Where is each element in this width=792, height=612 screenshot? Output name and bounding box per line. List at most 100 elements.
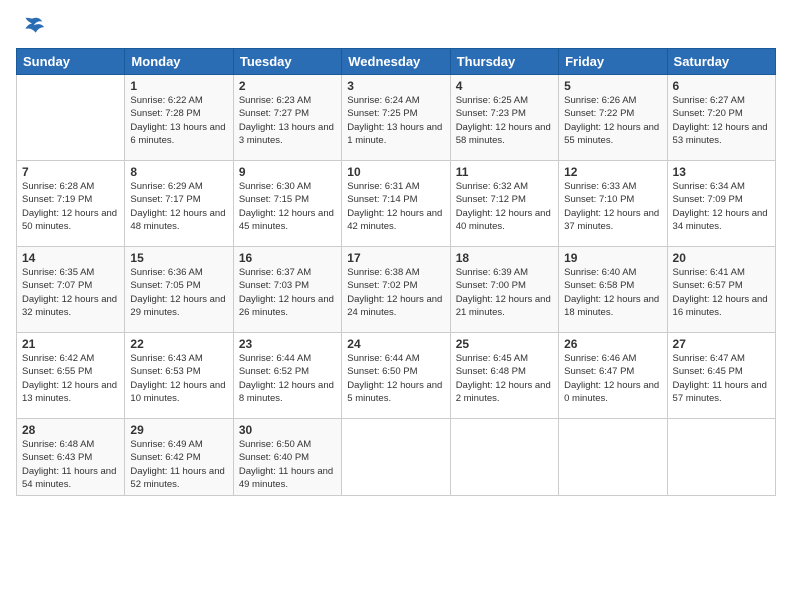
day-info: Sunrise: 6:44 AMSunset: 6:52 PMDaylight:… <box>239 352 336 405</box>
weekday-header-sunday: Sunday <box>17 49 125 75</box>
logo-bird-icon <box>18 14 46 42</box>
day-info: Sunrise: 6:23 AMSunset: 7:27 PMDaylight:… <box>239 94 336 147</box>
day-info: Sunrise: 6:27 AMSunset: 7:20 PMDaylight:… <box>673 94 770 147</box>
day-number: 18 <box>456 251 553 265</box>
day-cell: 20Sunrise: 6:41 AMSunset: 6:57 PMDayligh… <box>667 247 775 333</box>
day-cell: 28Sunrise: 6:48 AMSunset: 6:43 PMDayligh… <box>17 419 125 496</box>
day-cell: 2Sunrise: 6:23 AMSunset: 7:27 PMDaylight… <box>233 75 341 161</box>
day-cell: 11Sunrise: 6:32 AMSunset: 7:12 PMDayligh… <box>450 161 558 247</box>
day-info: Sunrise: 6:50 AMSunset: 6:40 PMDaylight:… <box>239 438 336 491</box>
day-cell: 27Sunrise: 6:47 AMSunset: 6:45 PMDayligh… <box>667 333 775 419</box>
week-row-5: 28Sunrise: 6:48 AMSunset: 6:43 PMDayligh… <box>17 419 776 496</box>
day-info: Sunrise: 6:48 AMSunset: 6:43 PMDaylight:… <box>22 438 119 491</box>
day-info: Sunrise: 6:45 AMSunset: 6:48 PMDaylight:… <box>456 352 553 405</box>
day-info: Sunrise: 6:33 AMSunset: 7:10 PMDaylight:… <box>564 180 661 233</box>
day-cell: 6Sunrise: 6:27 AMSunset: 7:20 PMDaylight… <box>667 75 775 161</box>
day-info: Sunrise: 6:30 AMSunset: 7:15 PMDaylight:… <box>239 180 336 233</box>
day-cell: 4Sunrise: 6:25 AMSunset: 7:23 PMDaylight… <box>450 75 558 161</box>
day-number: 3 <box>347 79 444 93</box>
day-info: Sunrise: 6:37 AMSunset: 7:03 PMDaylight:… <box>239 266 336 319</box>
day-cell <box>342 419 450 496</box>
day-info: Sunrise: 6:31 AMSunset: 7:14 PMDaylight:… <box>347 180 444 233</box>
header <box>16 10 776 42</box>
day-info: Sunrise: 6:36 AMSunset: 7:05 PMDaylight:… <box>130 266 227 319</box>
day-cell: 13Sunrise: 6:34 AMSunset: 7:09 PMDayligh… <box>667 161 775 247</box>
day-info: Sunrise: 6:41 AMSunset: 6:57 PMDaylight:… <box>673 266 770 319</box>
day-cell: 16Sunrise: 6:37 AMSunset: 7:03 PMDayligh… <box>233 247 341 333</box>
day-cell: 25Sunrise: 6:45 AMSunset: 6:48 PMDayligh… <box>450 333 558 419</box>
weekday-header-monday: Monday <box>125 49 233 75</box>
day-number: 14 <box>22 251 119 265</box>
day-info: Sunrise: 6:24 AMSunset: 7:25 PMDaylight:… <box>347 94 444 147</box>
day-info: Sunrise: 6:49 AMSunset: 6:42 PMDaylight:… <box>130 438 227 491</box>
day-cell <box>667 419 775 496</box>
day-number: 1 <box>130 79 227 93</box>
day-cell <box>559 419 667 496</box>
day-cell: 5Sunrise: 6:26 AMSunset: 7:22 PMDaylight… <box>559 75 667 161</box>
day-cell: 22Sunrise: 6:43 AMSunset: 6:53 PMDayligh… <box>125 333 233 419</box>
week-row-1: 1Sunrise: 6:22 AMSunset: 7:28 PMDaylight… <box>17 75 776 161</box>
day-number: 27 <box>673 337 770 351</box>
day-cell: 17Sunrise: 6:38 AMSunset: 7:02 PMDayligh… <box>342 247 450 333</box>
day-cell: 9Sunrise: 6:30 AMSunset: 7:15 PMDaylight… <box>233 161 341 247</box>
day-number: 9 <box>239 165 336 179</box>
day-number: 30 <box>239 423 336 437</box>
day-cell <box>17 75 125 161</box>
day-number: 4 <box>456 79 553 93</box>
day-number: 16 <box>239 251 336 265</box>
week-row-4: 21Sunrise: 6:42 AMSunset: 6:55 PMDayligh… <box>17 333 776 419</box>
day-cell: 19Sunrise: 6:40 AMSunset: 6:58 PMDayligh… <box>559 247 667 333</box>
day-number: 2 <box>239 79 336 93</box>
day-info: Sunrise: 6:28 AMSunset: 7:19 PMDaylight:… <box>22 180 119 233</box>
day-info: Sunrise: 6:29 AMSunset: 7:17 PMDaylight:… <box>130 180 227 233</box>
day-info: Sunrise: 6:43 AMSunset: 6:53 PMDaylight:… <box>130 352 227 405</box>
day-cell: 3Sunrise: 6:24 AMSunset: 7:25 PMDaylight… <box>342 75 450 161</box>
day-number: 29 <box>130 423 227 437</box>
day-info: Sunrise: 6:32 AMSunset: 7:12 PMDaylight:… <box>456 180 553 233</box>
calendar: SundayMondayTuesdayWednesdayThursdayFrid… <box>16 48 776 496</box>
day-number: 21 <box>22 337 119 351</box>
day-number: 13 <box>673 165 770 179</box>
day-info: Sunrise: 6:47 AMSunset: 6:45 PMDaylight:… <box>673 352 770 405</box>
day-cell: 23Sunrise: 6:44 AMSunset: 6:52 PMDayligh… <box>233 333 341 419</box>
day-number: 25 <box>456 337 553 351</box>
weekday-header-wednesday: Wednesday <box>342 49 450 75</box>
day-cell <box>450 419 558 496</box>
day-cell: 1Sunrise: 6:22 AMSunset: 7:28 PMDaylight… <box>125 75 233 161</box>
day-number: 24 <box>347 337 444 351</box>
day-cell: 14Sunrise: 6:35 AMSunset: 7:07 PMDayligh… <box>17 247 125 333</box>
day-cell: 15Sunrise: 6:36 AMSunset: 7:05 PMDayligh… <box>125 247 233 333</box>
day-number: 15 <box>130 251 227 265</box>
day-number: 23 <box>239 337 336 351</box>
day-info: Sunrise: 6:34 AMSunset: 7:09 PMDaylight:… <box>673 180 770 233</box>
week-row-2: 7Sunrise: 6:28 AMSunset: 7:19 PMDaylight… <box>17 161 776 247</box>
day-cell: 10Sunrise: 6:31 AMSunset: 7:14 PMDayligh… <box>342 161 450 247</box>
day-number: 6 <box>673 79 770 93</box>
day-number: 8 <box>130 165 227 179</box>
day-info: Sunrise: 6:38 AMSunset: 7:02 PMDaylight:… <box>347 266 444 319</box>
day-info: Sunrise: 6:44 AMSunset: 6:50 PMDaylight:… <box>347 352 444 405</box>
day-info: Sunrise: 6:25 AMSunset: 7:23 PMDaylight:… <box>456 94 553 147</box>
day-number: 17 <box>347 251 444 265</box>
logo <box>16 14 46 42</box>
day-number: 22 <box>130 337 227 351</box>
day-number: 7 <box>22 165 119 179</box>
day-cell: 21Sunrise: 6:42 AMSunset: 6:55 PMDayligh… <box>17 333 125 419</box>
week-row-3: 14Sunrise: 6:35 AMSunset: 7:07 PMDayligh… <box>17 247 776 333</box>
day-info: Sunrise: 6:40 AMSunset: 6:58 PMDaylight:… <box>564 266 661 319</box>
day-cell: 29Sunrise: 6:49 AMSunset: 6:42 PMDayligh… <box>125 419 233 496</box>
day-cell: 30Sunrise: 6:50 AMSunset: 6:40 PMDayligh… <box>233 419 341 496</box>
weekday-header-thursday: Thursday <box>450 49 558 75</box>
day-number: 11 <box>456 165 553 179</box>
day-number: 10 <box>347 165 444 179</box>
day-number: 26 <box>564 337 661 351</box>
day-info: Sunrise: 6:22 AMSunset: 7:28 PMDaylight:… <box>130 94 227 147</box>
day-info: Sunrise: 6:46 AMSunset: 6:47 PMDaylight:… <box>564 352 661 405</box>
weekday-header-friday: Friday <box>559 49 667 75</box>
day-cell: 24Sunrise: 6:44 AMSunset: 6:50 PMDayligh… <box>342 333 450 419</box>
weekday-header-row: SundayMondayTuesdayWednesdayThursdayFrid… <box>17 49 776 75</box>
day-number: 20 <box>673 251 770 265</box>
weekday-header-tuesday: Tuesday <box>233 49 341 75</box>
day-info: Sunrise: 6:39 AMSunset: 7:00 PMDaylight:… <box>456 266 553 319</box>
day-info: Sunrise: 6:42 AMSunset: 6:55 PMDaylight:… <box>22 352 119 405</box>
